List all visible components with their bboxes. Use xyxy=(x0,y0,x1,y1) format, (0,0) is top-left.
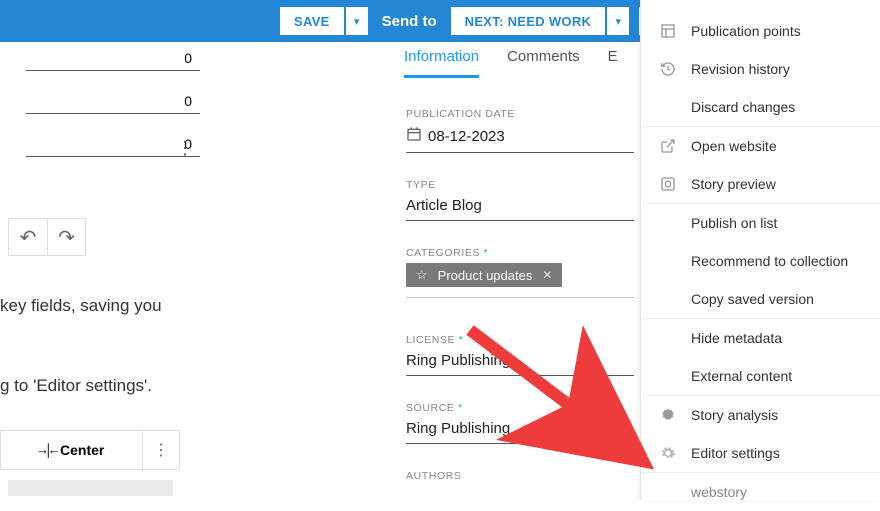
undo-icon: ↶ xyxy=(20,225,37,250)
menu-item-editor-settings[interactable]: Editor settings xyxy=(641,434,880,473)
external-icon xyxy=(659,137,677,155)
menu-item-label: Story analysis xyxy=(691,407,778,423)
menu-item-label: Editor settings xyxy=(691,445,780,461)
blank-icon xyxy=(659,367,677,385)
menu-item-label: Open website xyxy=(691,138,777,154)
menu-item-story-analysis[interactable]: Story analysis xyxy=(641,396,880,434)
next-dropdown-caret[interactable]: ▾ xyxy=(607,7,629,35)
type-input[interactable]: Article Blog xyxy=(406,195,634,221)
menu-item-open-website[interactable]: Open website xyxy=(641,127,880,165)
field-label: TYPE xyxy=(406,179,634,191)
blank-icon xyxy=(659,98,677,116)
blank-icon xyxy=(659,290,677,308)
actions-menu: Publication points Revision history Discar… xyxy=(640,0,880,500)
counter-field: 0 xyxy=(26,91,200,114)
gear-icon xyxy=(659,444,677,462)
field-license: LICENSE * Ring Publishing xyxy=(400,334,640,376)
more-vertical-icon[interactable]: ⋮ xyxy=(176,146,194,150)
menu-item-label: Revision history xyxy=(691,61,790,77)
body-text-fragment: key fields, saving you xyxy=(0,296,162,316)
tab-extra[interactable]: E xyxy=(608,48,618,78)
history-icon xyxy=(659,60,677,78)
blank-icon xyxy=(659,252,677,270)
info-panel: Information Comments E PUBLICATION DATE … xyxy=(400,48,640,508)
menu-item-label: Hide metadata xyxy=(691,330,782,346)
license-input[interactable]: Ring Publishing xyxy=(406,350,634,376)
counter-field: 0 xyxy=(26,134,200,157)
menu-item-label: Recommend to collection xyxy=(691,253,848,269)
align-center-label: Center xyxy=(60,442,104,458)
chevron-down-icon: ▾ xyxy=(354,15,360,28)
align-center-icon: →│← xyxy=(39,443,56,458)
blank-icon xyxy=(659,329,677,347)
calendar-icon xyxy=(406,126,422,146)
source-value: Ring Publishing xyxy=(406,420,510,437)
redo-icon: ↷ xyxy=(58,225,75,250)
send-to-label: Send to xyxy=(382,13,437,30)
chip-remove-icon[interactable]: ✕ xyxy=(542,268,552,282)
field-publication-date: PUBLICATION DATE 08-12-2023 xyxy=(400,108,640,153)
menu-item-label: webstory xyxy=(691,484,747,500)
menu-item-label: Publication points xyxy=(691,23,801,39)
menu-item-external-content[interactable]: External content xyxy=(641,357,880,396)
redo-button[interactable]: ↷ xyxy=(47,219,85,255)
menu-item-recommend-to-collection[interactable]: Recommend to collection xyxy=(641,242,880,280)
menu-item-revision-history[interactable]: Revision history xyxy=(641,50,880,88)
star-icon: ☆ xyxy=(416,267,428,283)
field-label: LICENSE * xyxy=(406,334,634,346)
blank-icon xyxy=(659,214,677,232)
rosette-icon xyxy=(659,406,677,424)
blank-icon xyxy=(659,483,677,501)
menu-item-label: Publish on list xyxy=(691,215,777,231)
chevron-down-icon: ▾ xyxy=(615,15,621,28)
body-text-fragment: g to 'Editor settings'. xyxy=(0,376,152,396)
field-authors: AUTHORS xyxy=(400,470,640,482)
layout-icon xyxy=(659,22,677,40)
preview-icon xyxy=(659,175,677,193)
type-value: Article Blog xyxy=(406,197,482,214)
categories-input[interactable]: ☆ Product updates ✕ xyxy=(406,263,634,298)
save-button[interactable]: SAVE xyxy=(280,7,344,35)
publication-date-value: 08-12-2023 xyxy=(428,128,505,145)
menu-item-label: Story preview xyxy=(691,176,776,192)
menu-item-hide-metadata[interactable]: Hide metadata xyxy=(641,319,880,357)
category-chip[interactable]: ☆ Product updates ✕ xyxy=(406,263,562,287)
menu-item-publish-on-list[interactable]: Publish on list xyxy=(641,204,880,242)
save-dropdown-caret[interactable]: ▾ xyxy=(346,7,368,35)
menu-item-discard-changes[interactable]: Discard changes xyxy=(641,88,880,127)
menu-item-label: External content xyxy=(691,368,792,384)
tab-information[interactable]: Information xyxy=(404,48,479,78)
panel-tabs: Information Comments E xyxy=(404,48,640,78)
next-status-button[interactable]: NEXT: NEED WORK xyxy=(451,7,606,35)
left-snippet: 0 0 0 ⋮ xyxy=(0,42,200,157)
next-button-group: NEXT: NEED WORK ▾ xyxy=(451,7,630,35)
menu-item-copy-saved-version[interactable]: Copy saved version xyxy=(641,280,880,319)
tab-comments[interactable]: Comments xyxy=(507,48,580,78)
field-label: PUBLICATION DATE xyxy=(406,108,634,120)
field-type: TYPE Article Blog xyxy=(400,179,640,221)
license-value: Ring Publishing xyxy=(406,352,510,369)
menu-item-publication-points[interactable]: Publication points xyxy=(641,12,880,50)
undo-button[interactable]: ↶ xyxy=(9,219,47,255)
counter-field: 0 xyxy=(26,48,200,71)
field-label: SOURCE * xyxy=(406,402,634,414)
field-label: CATEGORIES * xyxy=(406,247,634,259)
menu-item-label: Copy saved version xyxy=(691,291,814,307)
publication-date-input[interactable]: 08-12-2023 xyxy=(406,124,634,153)
field-label: AUTHORS xyxy=(406,470,634,482)
placeholder-block xyxy=(8,480,173,496)
field-source: SOURCE * Ring Publishing xyxy=(400,402,640,444)
menu-item-webstory[interactable]: webstory xyxy=(641,473,880,511)
undo-redo-group: ↶ ↷ xyxy=(8,218,86,256)
more-vertical-icon: ⋮ xyxy=(153,440,169,460)
chip-label: Product updates xyxy=(438,268,533,283)
save-button-group: SAVE ▾ xyxy=(280,7,368,35)
menu-item-story-preview[interactable]: Story preview xyxy=(641,165,880,204)
source-input[interactable]: Ring Publishing xyxy=(406,418,634,444)
field-categories: CATEGORIES * ☆ Product updates ✕ xyxy=(400,247,640,298)
align-tool: →│← Center ⋮ xyxy=(0,430,180,470)
menu-item-label: Discard changes xyxy=(691,99,795,115)
align-more-button[interactable]: ⋮ xyxy=(143,431,179,469)
align-center-button[interactable]: →│← Center xyxy=(1,431,143,469)
